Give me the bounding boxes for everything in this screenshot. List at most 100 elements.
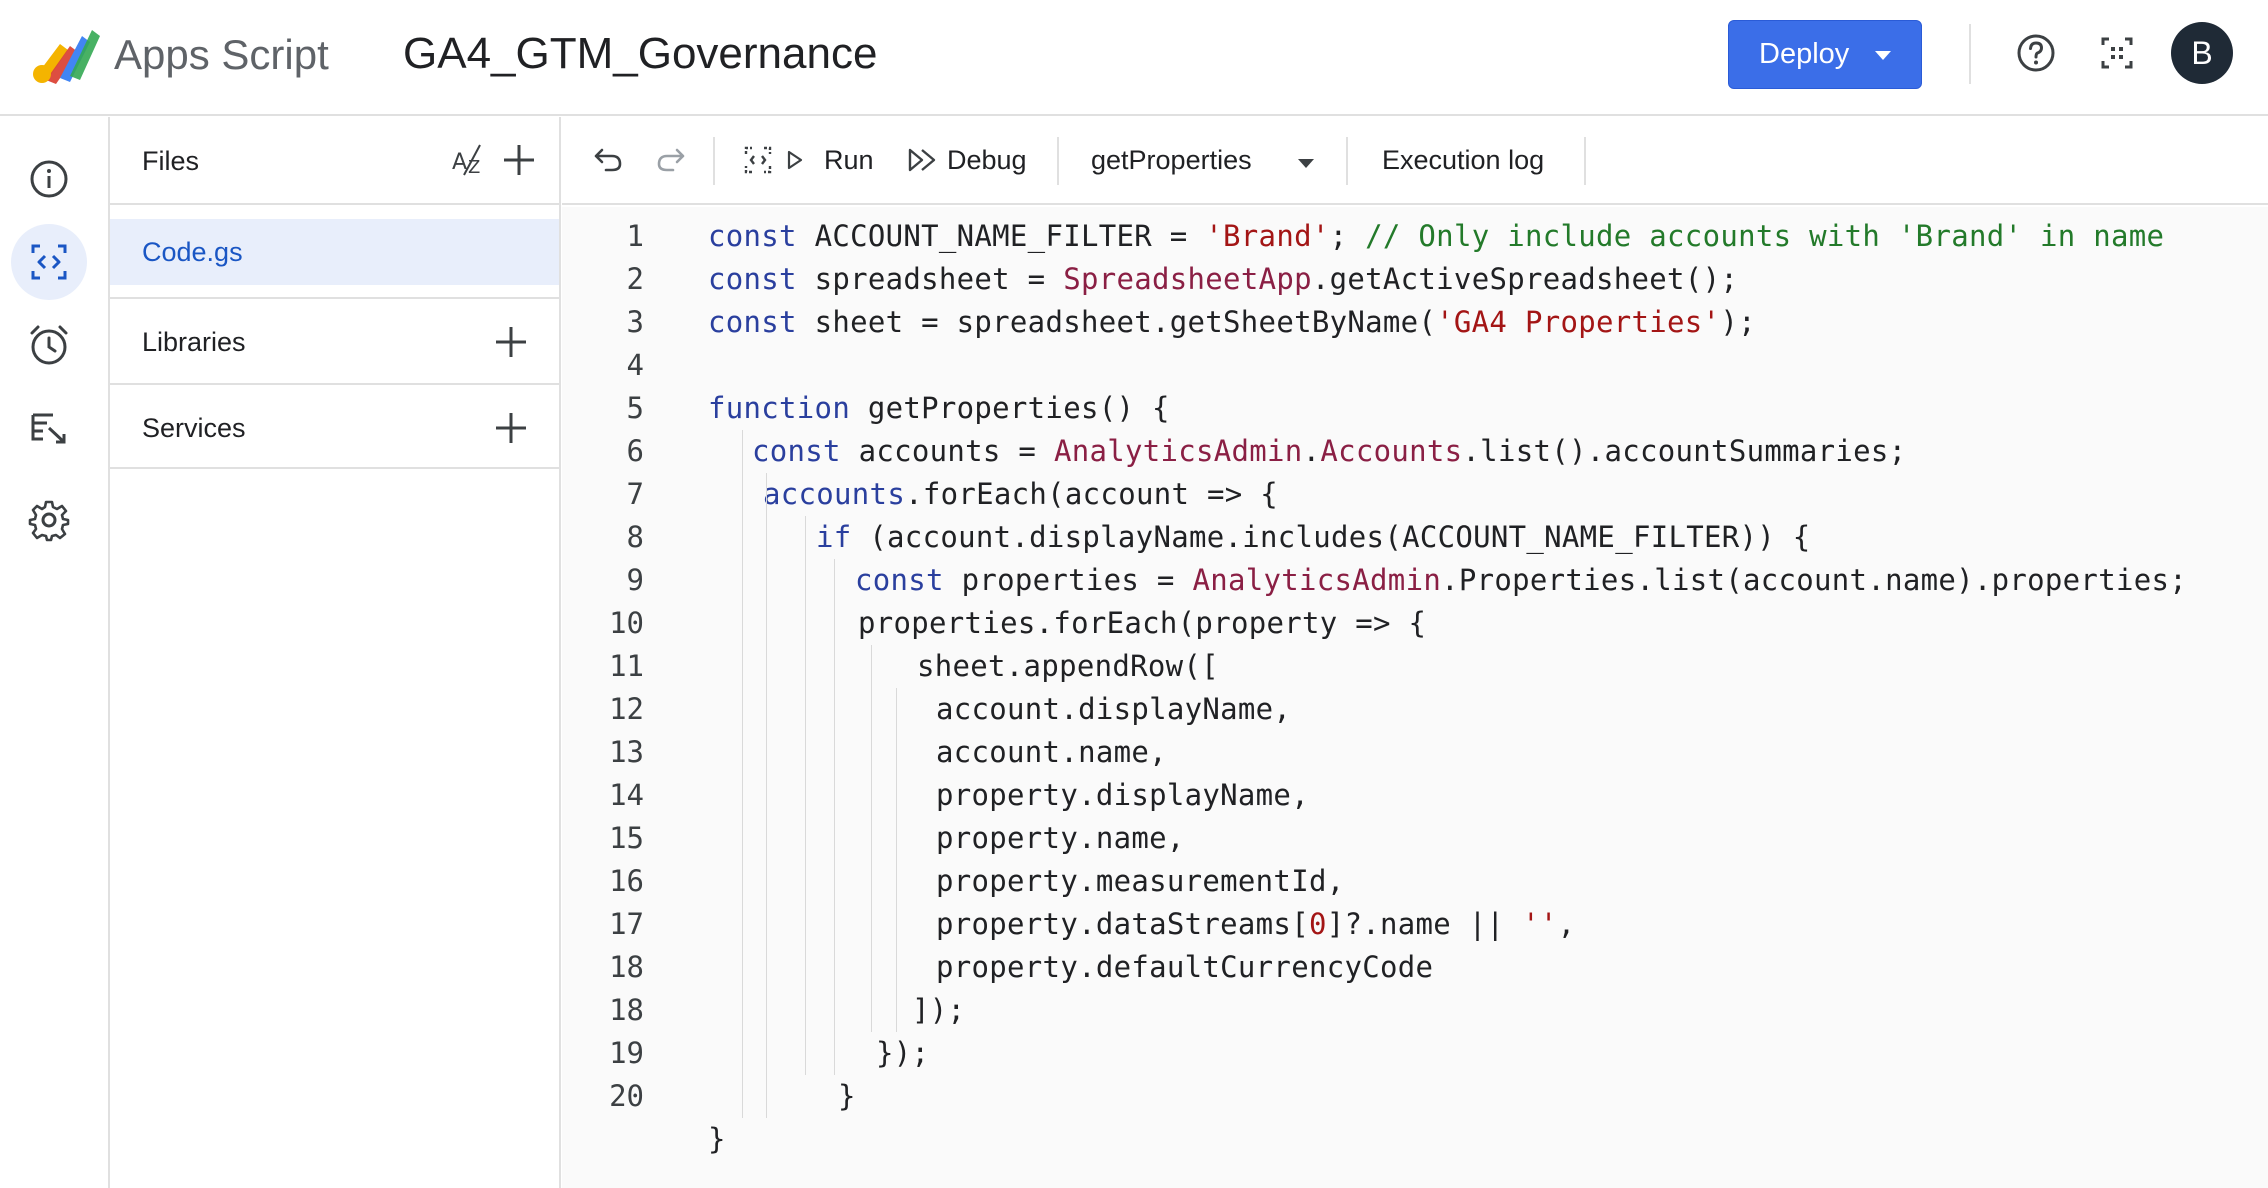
line-number: 16 xyxy=(609,864,644,898)
code-text: accounts.forEach(account => { xyxy=(763,473,1278,516)
code-line: } xyxy=(562,1118,2268,1161)
code-line: 11 sheet.appendRow([ xyxy=(562,645,2268,688)
code-token: account.name, xyxy=(936,735,1167,769)
line-number: 15 xyxy=(609,821,644,855)
code-text: const properties = AnalyticsAdmin.Proper… xyxy=(855,559,2187,602)
code-token: function xyxy=(708,391,851,425)
add-library-icon[interactable] xyxy=(492,323,530,361)
deploy-dropdown-icon[interactable] xyxy=(1875,51,1891,60)
code-line: 17 property.dataStreams[0]?.name || '', xyxy=(562,903,2268,946)
code-text: const ACCOUNT_NAME_FILTER = 'Brand'; // … xyxy=(708,215,2164,258)
file-name: Code.gs xyxy=(142,237,243,267)
code-token: 'GA4 Properties' xyxy=(1436,305,1721,339)
line-number: 1 xyxy=(626,219,644,253)
debug-button[interactable]: Debug xyxy=(947,143,1027,177)
line-number: 2 xyxy=(626,262,644,296)
code-token: .getActiveSpreadsheet(); xyxy=(1311,262,1739,296)
code-line: 19}); xyxy=(562,1032,2268,1075)
function-select[interactable]: getProperties xyxy=(1091,143,1252,177)
add-file-icon[interactable] xyxy=(500,141,538,179)
toolbar-divider xyxy=(1584,137,1586,185)
help-icon[interactable] xyxy=(2013,30,2059,76)
header-divider xyxy=(1969,24,1971,84)
code-token: AnalyticsAdmin xyxy=(1053,434,1303,468)
run-button[interactable]: Run xyxy=(824,143,874,177)
line-number: 17 xyxy=(609,907,644,941)
rail-item-editor[interactable] xyxy=(11,224,87,300)
code-token: account.displayName, xyxy=(936,692,1292,726)
format-code-icon[interactable] xyxy=(737,139,779,181)
code-token: }); xyxy=(876,1036,930,1070)
code-text: property.measurementId, xyxy=(936,860,1344,903)
function-select-caret-icon[interactable] xyxy=(1298,159,1314,168)
line-number: 6 xyxy=(626,434,644,468)
code-token: const xyxy=(708,219,797,253)
code-editor-icon xyxy=(31,244,67,280)
line-number: 18 xyxy=(609,993,644,1027)
undo-icon[interactable] xyxy=(587,139,629,181)
code-token: sheet = spreadsheet.getSheetByName( xyxy=(796,305,1437,339)
libraries-section[interactable]: Libraries xyxy=(110,297,559,383)
run-icon[interactable] xyxy=(784,139,806,181)
code-text: function getProperties() { xyxy=(708,387,1170,430)
code-token: const xyxy=(708,305,797,339)
code-line: 18 property.defaultCurrencyCode xyxy=(562,946,2268,989)
apps-script-logo[interactable] xyxy=(30,26,100,84)
avatar-initial: B xyxy=(2191,34,2213,71)
code-token: , xyxy=(1557,907,1576,941)
code-token: properties = xyxy=(943,563,1193,597)
left-nav-rail xyxy=(0,117,110,1188)
code-line: 1 const ACCOUNT_NAME_FILTER = 'Brand'; //… xyxy=(562,215,2268,258)
project-title[interactable]: GA4_GTM_Governance xyxy=(403,27,877,81)
line-number: 3 xyxy=(626,305,644,339)
line-number: 10 xyxy=(609,606,644,640)
code-editor[interactable]: 1 const ACCOUNT_NAME_FILTER = 'Brand'; //… xyxy=(562,207,2268,1188)
indent-guide xyxy=(742,430,743,1118)
code-text: if (account.displayName.includes(ACCOUNT… xyxy=(816,516,1811,559)
deploy-button[interactable]: Deploy xyxy=(1728,20,1922,89)
code-line: 13 account.name, xyxy=(562,731,2268,774)
services-section[interactable]: Services xyxy=(110,383,559,469)
indent-guide xyxy=(871,645,872,1032)
indent-guide xyxy=(896,688,897,1032)
line-number: 11 xyxy=(609,649,644,683)
svg-text:A: A xyxy=(452,150,467,175)
code-token: getProperties() { xyxy=(850,391,1170,425)
rail-item-executions[interactable] xyxy=(11,389,87,465)
code-token: ]?.name || xyxy=(1326,907,1523,941)
line-number: 12 xyxy=(609,692,644,726)
code-line: 3 const sheet = spreadsheet.getSheetByNam… xyxy=(562,301,2268,344)
rail-item-settings[interactable] xyxy=(11,482,87,558)
code-token: sheet.appendRow([ xyxy=(917,649,1219,683)
executions-icon xyxy=(31,413,66,444)
code-token: property.dataStreams[ xyxy=(936,907,1309,941)
code-token: ]); xyxy=(912,993,966,1027)
code-token: property.displayName, xyxy=(936,778,1309,812)
clock-icon xyxy=(30,325,68,365)
files-header: Files A Z xyxy=(110,117,559,205)
apps-grid-icon[interactable] xyxy=(2094,30,2140,76)
rail-item-triggers[interactable] xyxy=(11,307,87,383)
code-text: property.defaultCurrencyCode xyxy=(936,946,1433,989)
code-text: property.name, xyxy=(936,817,1185,860)
code-token: AnalyticsAdmin xyxy=(1192,563,1442,597)
info-icon xyxy=(30,160,68,198)
code-token: } xyxy=(838,1079,856,1113)
sort-az-icon[interactable]: A Z xyxy=(450,139,492,181)
line-number: 18 xyxy=(609,950,644,984)
file-item-code-gs[interactable]: Code.gs xyxy=(110,219,559,285)
add-service-icon[interactable] xyxy=(492,409,530,447)
code-token: const xyxy=(752,434,841,468)
execution-log-button[interactable]: Execution log xyxy=(1382,143,1544,177)
debug-icon[interactable] xyxy=(905,139,941,181)
code-token: .forEach(account => { xyxy=(905,477,1279,511)
code-token: Accounts xyxy=(1320,434,1463,468)
code-text: property.displayName, xyxy=(936,774,1309,817)
rail-item-overview[interactable] xyxy=(11,141,87,217)
code-line: 6 const accounts = AnalyticsAdmin.Account… xyxy=(562,430,2268,473)
avatar[interactable]: B xyxy=(2171,22,2233,84)
code-text: property.dataStreams[0]?.name || '', xyxy=(936,903,1575,946)
code-token: property.name, xyxy=(936,821,1185,855)
code-token: ); xyxy=(1720,305,1756,339)
redo-icon[interactable] xyxy=(650,139,692,181)
